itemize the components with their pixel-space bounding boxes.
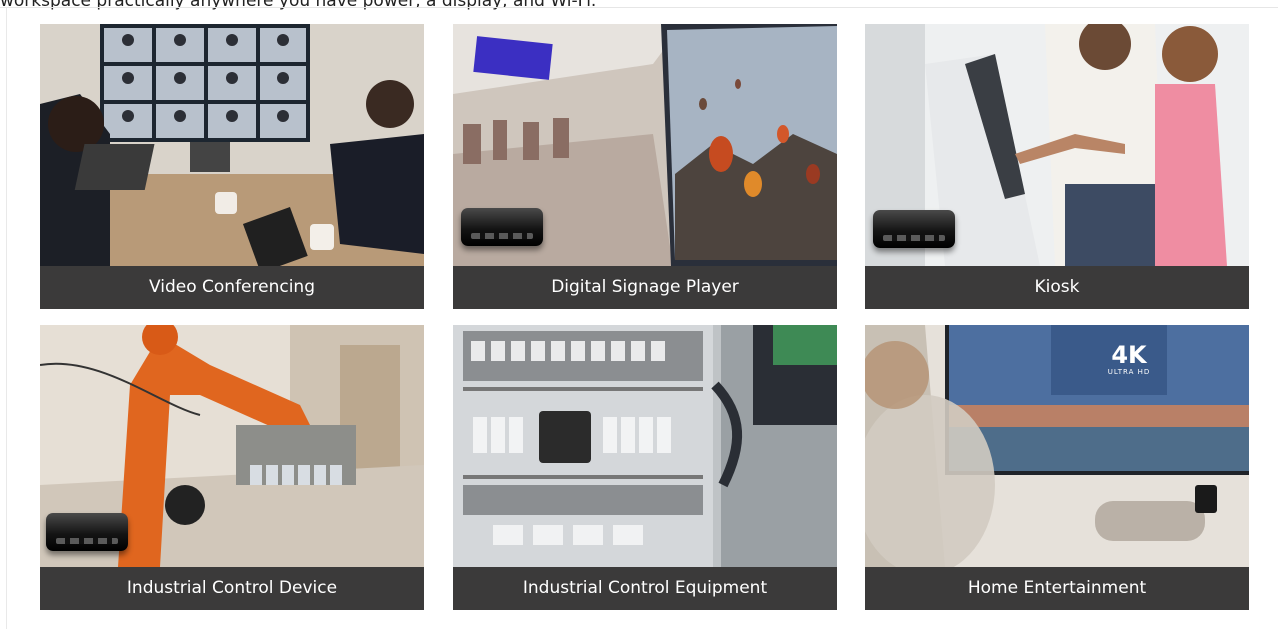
video-conferencing-image — [40, 24, 424, 266]
card-caption: Industrial Control Device — [40, 567, 424, 610]
use-case-card-home-entertainment[interactable]: 4K ULTRA HD Home Entertainment — [865, 325, 1249, 610]
digital-signage-image — [453, 24, 837, 266]
use-case-card-industrial-control-equipment[interactable]: Industrial Control Equipment — [453, 325, 837, 610]
mini-pc-device-image — [873, 210, 955, 248]
use-case-card-video-conferencing[interactable]: Video Conferencing — [40, 24, 424, 309]
card-caption: Video Conferencing — [40, 266, 424, 309]
divider — [0, 7, 1278, 8]
use-case-card-industrial-control-device[interactable]: Industrial Control Device — [40, 325, 424, 610]
control-cabinet-image — [453, 325, 837, 567]
card-caption: Industrial Control Equipment — [453, 567, 837, 610]
card-caption: Kiosk — [865, 266, 1249, 309]
tv-logo-4k-big: 4K — [1111, 341, 1147, 369]
home-entertainment-image: 4K ULTRA HD — [865, 325, 1249, 567]
mini-pc-device-image — [46, 513, 128, 551]
mini-pc-device-image — [461, 208, 543, 246]
industrial-robot-image — [40, 325, 424, 567]
intro-text: workspace practically anywhere you have … — [0, 0, 597, 11]
tv-logo-4k-small: ULTRA HD — [1107, 368, 1151, 376]
card-caption: Digital Signage Player — [453, 266, 837, 309]
use-case-card-digital-signage-player[interactable]: Digital Signage Player — [453, 24, 837, 309]
tv-logo-4k: 4K ULTRA HD — [1093, 343, 1165, 377]
divider — [6, 7, 7, 629]
card-caption: Home Entertainment — [865, 567, 1249, 610]
use-case-card-kiosk[interactable]: Kiosk — [865, 24, 1249, 309]
kiosk-image — [865, 24, 1249, 266]
